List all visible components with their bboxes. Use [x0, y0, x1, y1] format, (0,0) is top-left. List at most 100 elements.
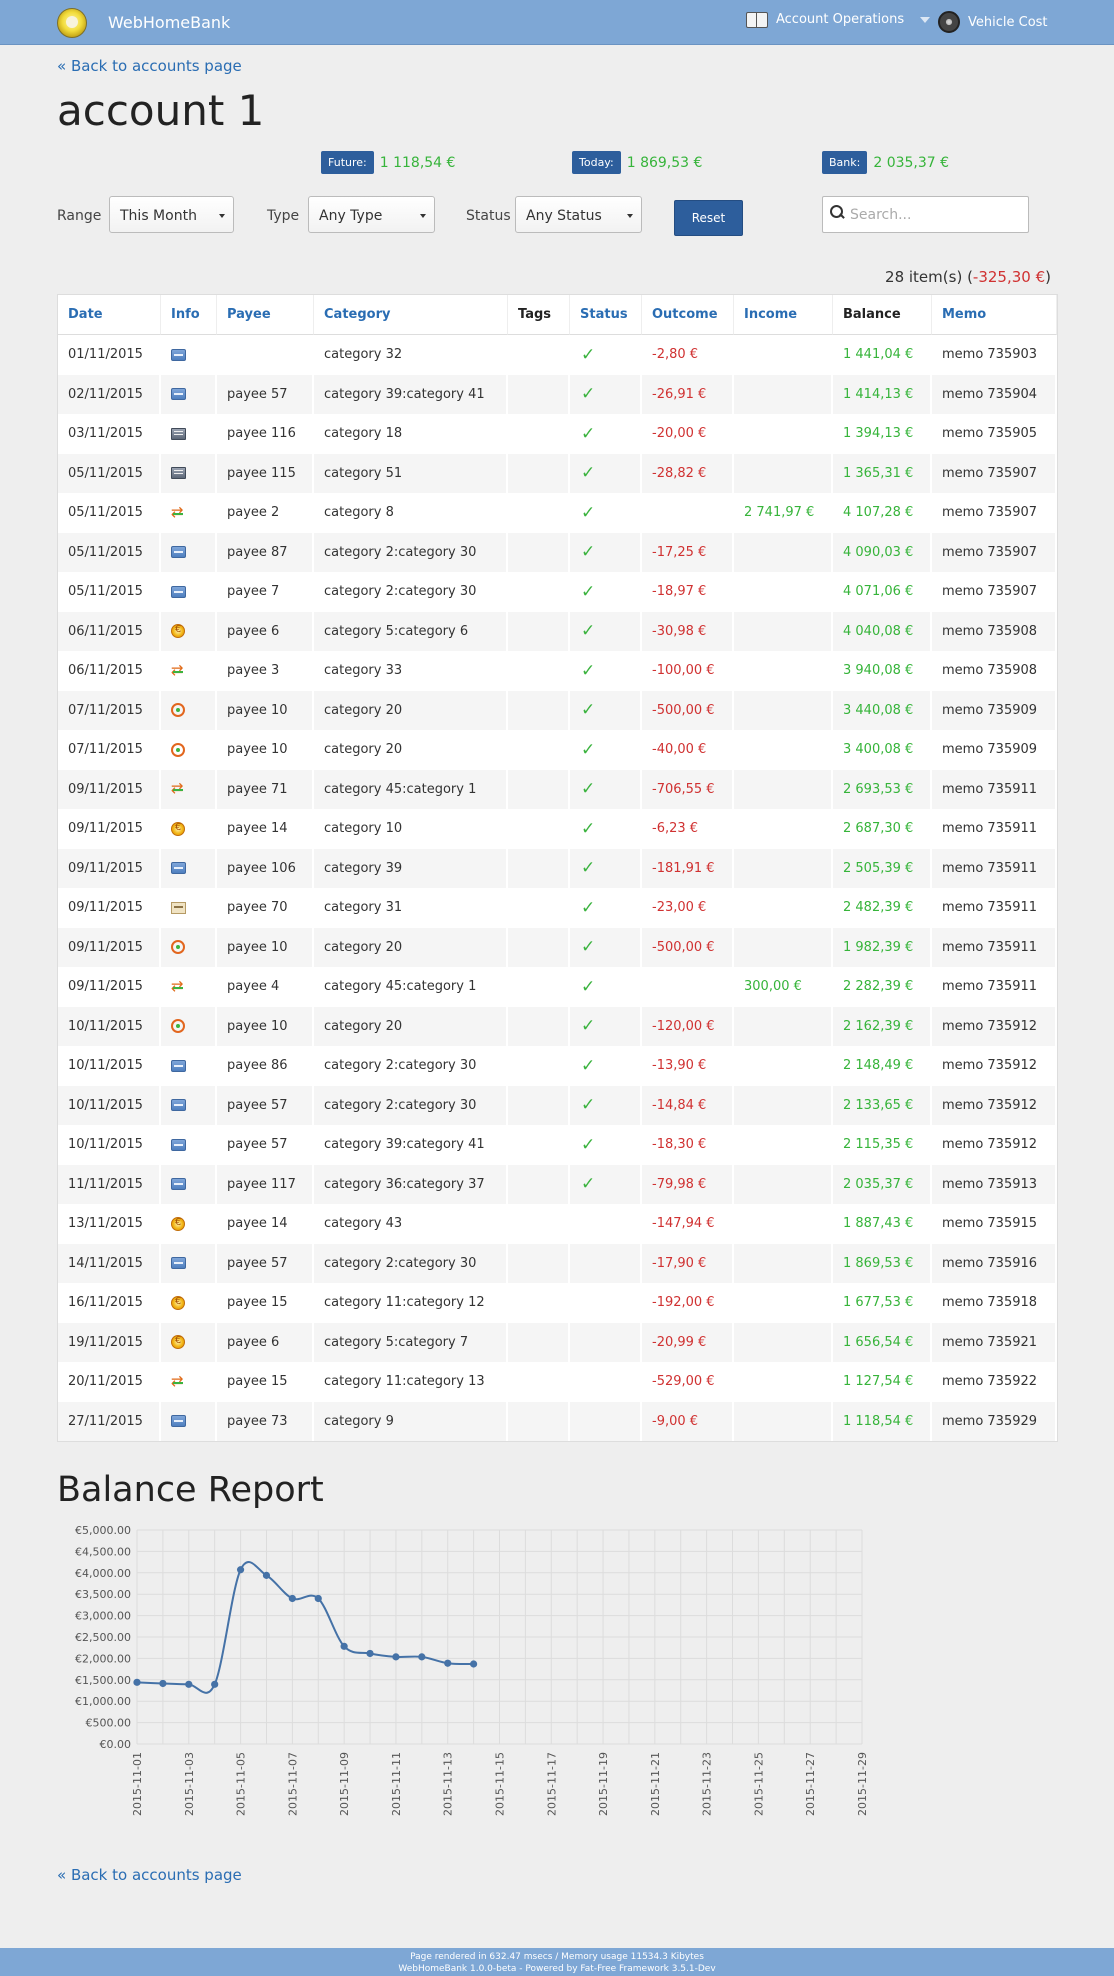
type-select-value: Any Type — [319, 208, 383, 224]
table-row[interactable]: 20/11/2015 payee 15category 11:category 1… — [58, 1362, 1057, 1402]
card-icon — [171, 1059, 186, 1072]
col-category[interactable]: Category — [314, 295, 508, 335]
cell-outcome — [642, 493, 734, 533]
table-row[interactable]: 05/11/2015 payee 2category 8 ✓ 2 741,97 €4 … — [58, 493, 1057, 533]
table-row[interactable]: 07/11/2015 payee 10 category 20 ✓ -500,00 € 3… — [58, 690, 1057, 730]
deposit-icon — [171, 901, 186, 914]
account-operations-menu[interactable]: Account Operations — [746, 11, 931, 28]
cell-memo: memo 735912 — [932, 1125, 1057, 1165]
cell-memo: memo 735911 — [932, 848, 1057, 888]
back-to-accounts-link-bottom[interactable]: « Back to accounts page — [57, 1866, 242, 1884]
table-row[interactable]: 06/11/2015 payee 6category 5:category 6 ✓ -… — [58, 611, 1057, 651]
col-memo[interactable]: Memo — [932, 295, 1057, 335]
y-tick-label: €500.00 — [86, 1717, 132, 1730]
search-input[interactable]: Search... — [822, 196, 1029, 233]
table-row[interactable]: 13/11/2015 payee 14category 43 -147,94 € 1 … — [58, 1204, 1057, 1244]
col-outcome[interactable]: Outcome — [642, 295, 734, 335]
cell-status: ✓ — [570, 809, 642, 849]
col-date[interactable]: Date — [58, 295, 161, 335]
table-row[interactable]: 14/11/2015 payee 57 category 2:category 30… — [58, 1243, 1057, 1283]
item-count-suffix: ) — [1045, 268, 1051, 286]
col-payee[interactable]: Payee — [217, 295, 314, 335]
table-row[interactable]: 10/11/2015 payee 86 category 2:category 30… — [58, 1046, 1057, 1086]
table-row[interactable]: 09/11/2015 payee 10 category 20 ✓ -500,00 € 1… — [58, 927, 1057, 967]
status-select[interactable]: Any Status — [515, 196, 642, 233]
cell-memo: memo 735918 — [932, 1283, 1057, 1323]
cell-tags — [508, 572, 570, 612]
table-row[interactable]: 01/11/2015 category 32 ✓ -2,80 € 1 441,04 € m… — [58, 335, 1057, 375]
future-balance: Future: 1 118,54 € — [321, 151, 455, 174]
direct-debit-icon — [171, 821, 185, 836]
cell-date: 11/11/2015 — [58, 1164, 161, 1204]
table-row[interactable]: 10/11/2015 payee 57 category 2:category 30… — [58, 1085, 1057, 1125]
cell-outcome: -20,00 € — [642, 414, 734, 454]
table-row[interactable]: 02/11/2015 payee 57 category 39:category 4… — [58, 374, 1057, 414]
reset-button[interactable]: Reset — [674, 200, 743, 236]
cell-balance: 1 365,31 € — [833, 453, 932, 493]
vehicle-cost-link[interactable]: Vehicle Cost — [938, 11, 1048, 33]
balance-data-point — [314, 1594, 322, 1603]
cell-memo: memo 735907 — [932, 453, 1057, 493]
cell-balance: 1 127,54 € — [833, 1362, 932, 1402]
status-label: Status — [466, 208, 511, 224]
cell-payee: payee 57 — [217, 1125, 314, 1165]
table-row[interactable]: 07/11/2015 payee 10 category 20 ✓ -40,00 € 3 … — [58, 730, 1057, 770]
cell-date: 10/11/2015 — [58, 1085, 161, 1125]
cell-balance: 1 118,54 € — [833, 1401, 932, 1441]
logo-icon[interactable] — [57, 8, 87, 38]
cell-memo: memo 735929 — [932, 1401, 1057, 1441]
y-tick-label: €0.00 — [100, 1738, 132, 1751]
cell-balance: 2 148,49 € — [833, 1046, 932, 1086]
cell-date: 05/11/2015 — [58, 453, 161, 493]
cell-memo: memo 735911 — [932, 967, 1057, 1007]
type-select[interactable]: Any Type — [308, 196, 435, 233]
cell-balance: 2 687,30 € — [833, 809, 932, 849]
table-row[interactable]: 19/11/2015 payee 6category 5:category 7 -2… — [58, 1322, 1057, 1362]
table-row[interactable]: 03/11/2015 payee 116 category 18 ✓ -20,00 € 1… — [58, 414, 1057, 454]
col-info[interactable]: Info — [161, 295, 217, 335]
cell-outcome: -147,94 € — [642, 1204, 734, 1244]
cell-payee: payee 6 — [217, 611, 314, 651]
col-status[interactable]: Status — [570, 295, 642, 335]
cell-status: ✓ — [570, 1125, 642, 1165]
table-row[interactable]: 10/11/2015 payee 10 category 20 ✓ -120,00 € 2… — [58, 1006, 1057, 1046]
check-icon — [171, 427, 186, 440]
cell-date: 06/11/2015 — [58, 651, 161, 691]
bank-label: Bank: — [822, 151, 868, 174]
table-row[interactable]: 05/11/2015 payee 7 category 2:category 30 ✓… — [58, 572, 1057, 612]
cell-outcome: -17,90 € — [642, 1243, 734, 1283]
cell-category: category 39:category 41 — [314, 1125, 508, 1165]
type-label: Type — [267, 208, 300, 224]
cell-date: 07/11/2015 — [58, 690, 161, 730]
table-row[interactable]: 09/11/2015 payee 4category 45:category 1 ✓… — [58, 967, 1057, 1007]
cell-income — [734, 651, 833, 691]
checkmark-icon: ✓ — [581, 344, 596, 365]
table-row[interactable]: 16/11/2015 payee 15category 11:category 1… — [58, 1283, 1057, 1323]
table-row[interactable]: 05/11/2015 payee 87 category 2:category 30… — [58, 532, 1057, 572]
cell-date: 01/11/2015 — [58, 335, 161, 375]
col-income[interactable]: Income — [734, 295, 833, 335]
table-row[interactable]: 09/11/2015 payee 70 category 31 ✓ -23,00 € 2 … — [58, 888, 1057, 928]
table-row[interactable]: 27/11/2015 payee 73 category 9 -9,00 € 1 118… — [58, 1401, 1057, 1441]
col-balance: Balance — [833, 295, 932, 335]
brand-link[interactable]: WebHomeBank — [108, 13, 230, 32]
table-row[interactable]: 11/11/2015 payee 117 category 36:category … — [58, 1164, 1057, 1204]
table-row[interactable]: 06/11/2015 payee 3category 33 ✓ -100,00 € 3 … — [58, 651, 1057, 691]
table-row[interactable]: 09/11/2015 payee 71category 45:category 1… — [58, 769, 1057, 809]
back-to-accounts-link[interactable]: « Back to accounts page — [57, 57, 242, 75]
account-operations-label: Account Operations — [776, 12, 905, 27]
y-tick-label: €3,500.00 — [75, 1588, 131, 1601]
range-select[interactable]: This Month — [109, 196, 234, 233]
cell-tags — [508, 493, 570, 533]
table-row[interactable]: 10/11/2015 payee 57 category 39:category 4… — [58, 1125, 1057, 1165]
balance-chart: €0.00 €500.00 €1,000.00 €1,500.00 €2,000.00 €… — [75, 1524, 869, 1816]
table-row[interactable]: 09/11/2015 payee 106 category 39 ✓ -181,91 €… — [58, 848, 1057, 888]
table-row[interactable]: 09/11/2015 payee 14category 10 ✓ -6,23 € 2 6… — [58, 809, 1057, 849]
cell-info — [161, 572, 217, 612]
cell-income — [734, 1006, 833, 1046]
cell-info — [161, 1401, 217, 1441]
cell-payee: payee 115 — [217, 453, 314, 493]
table-row[interactable]: 05/11/2015 payee 115 category 51 ✓ -28,82 € 1… — [58, 453, 1057, 493]
chevron-down-icon — [920, 16, 931, 23]
cell-balance: 1 394,13 € — [833, 414, 932, 454]
